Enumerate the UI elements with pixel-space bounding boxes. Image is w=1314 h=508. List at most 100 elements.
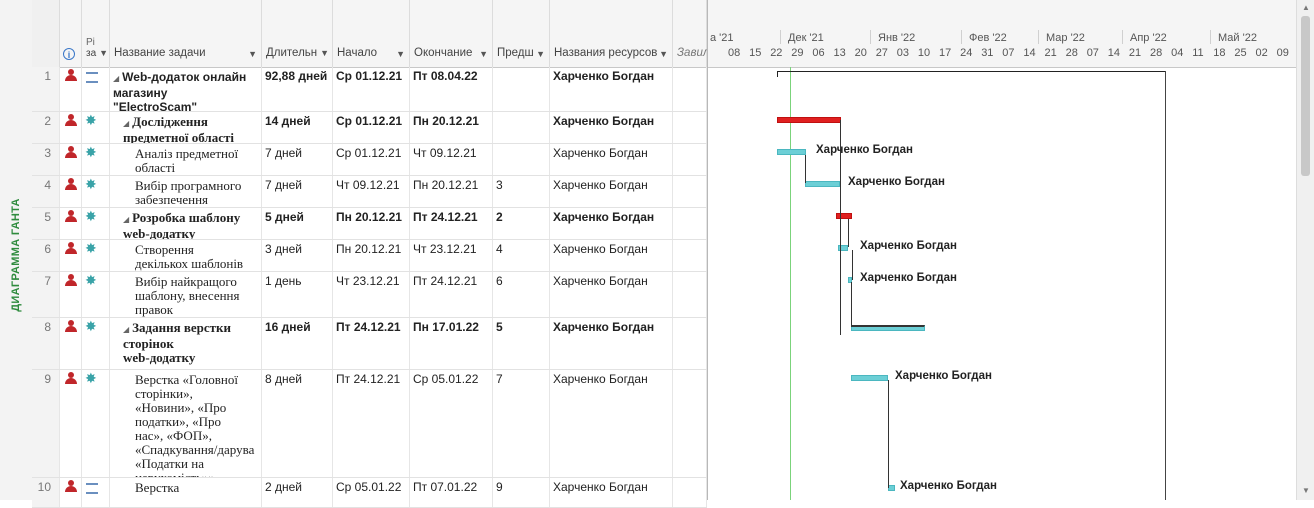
cell-start[interactable]: Ср 01.12.21 (333, 112, 410, 143)
cell-pred[interactable] (493, 112, 550, 143)
cell-name[interactable]: Верстка (110, 478, 262, 507)
cell-ind[interactable] (60, 67, 82, 111)
cell-ind[interactable] (60, 318, 82, 369)
cell-dur[interactable]: 7 дней (262, 144, 333, 175)
cell-start[interactable]: Чт 09.12.21 (333, 176, 410, 207)
cell-add[interactable] (673, 67, 707, 111)
scroll-up-icon[interactable]: ▲ (1302, 3, 1310, 12)
task-bar[interactable] (805, 181, 840, 187)
cell-fin[interactable]: Пт 07.01.22 (410, 478, 493, 507)
collapse-triangle-icon[interactable]: ◢ (123, 215, 129, 224)
table-row[interactable]: 6 ✸ Створення декількох шаблонів 3 дней Пн 20… (32, 240, 707, 272)
task-bar[interactable] (851, 375, 888, 381)
task-bar[interactable] (777, 149, 806, 155)
cell-dur[interactable]: 14 дней (262, 112, 333, 143)
cell-ind[interactable] (60, 478, 82, 507)
cell-mode[interactable]: ✸ (82, 240, 110, 271)
cell-res[interactable]: Харченко Богдан (550, 176, 673, 207)
cell-res[interactable]: Харченко Богдан (550, 272, 673, 317)
cell-mode[interactable]: ✸ (82, 208, 110, 239)
summary-bar-critical[interactable] (836, 213, 852, 219)
task-name-column-header[interactable]: Название задачи ▼ (110, 0, 262, 67)
cell-add[interactable] (673, 176, 707, 207)
cell-name[interactable]: ◢ Дослідження предметної області (110, 112, 262, 143)
table-row[interactable]: 8 ✸ ◢ Задання верстки сторінок web-додатку 16 … (32, 318, 707, 370)
cell-start[interactable]: Пн 20.12.21 (333, 208, 410, 239)
cell-res[interactable]: Харченко Богдан (550, 144, 673, 175)
cell-res[interactable]: Харченко Богдан (550, 318, 673, 369)
collapse-triangle-icon[interactable]: ◢ (113, 74, 119, 83)
chevron-down-icon[interactable]: ▼ (536, 49, 545, 59)
table-row[interactable]: 7 ✸ Вибір найкращого шаблону, внесення право… (32, 272, 707, 318)
cell-fin[interactable]: Ср 05.01.22 (410, 370, 493, 477)
cell-add[interactable] (673, 272, 707, 317)
table-row[interactable]: 9 ✸ Верстка «Головної сторінки», «Новини», «… (32, 370, 707, 478)
cell-pred[interactable]: 5 (493, 318, 550, 369)
vertical-scrollbar[interactable]: ▲ ▼ (1296, 0, 1314, 500)
cell-ind[interactable] (60, 272, 82, 317)
cell-name[interactable]: Вибір найкращого шаблону, внесення правок (110, 272, 262, 317)
cell-add[interactable] (673, 144, 707, 175)
chevron-down-icon[interactable]: ▼ (396, 49, 405, 59)
cell-mode[interactable]: ✸ (82, 176, 110, 207)
chevron-down-icon[interactable]: ▼ (659, 49, 668, 59)
cell-add[interactable] (673, 478, 707, 507)
summary-bar-critical[interactable] (777, 117, 841, 123)
cell-name[interactable]: ◢ Розробка шаблону web-додатку (110, 208, 262, 239)
cell-start[interactable]: Ср 05.01.22 (333, 478, 410, 507)
cell-ind[interactable] (60, 370, 82, 477)
cell-name[interactable]: ◢ Задання верстки сторінок web-додатку (110, 318, 262, 369)
cell-pred[interactable]: 9 (493, 478, 550, 507)
cell-fin[interactable]: Чт 09.12.21 (410, 144, 493, 175)
cell-add[interactable] (673, 240, 707, 271)
cell-start[interactable]: Пт 24.12.21 (333, 370, 410, 477)
cell-start[interactable]: Пт 24.12.21 (333, 318, 410, 369)
cell-dur[interactable]: 8 дней (262, 370, 333, 477)
cell-mode[interactable]: ✸ (82, 318, 110, 369)
cell-pred[interactable]: 4 (493, 240, 550, 271)
summary-bar[interactable] (851, 325, 925, 331)
table-row[interactable]: 3 ✸ Аналіз предметної області 7 дней Ср 01.12… (32, 144, 707, 176)
cell-start[interactable]: Пн 20.12.21 (333, 240, 410, 271)
cell-ind[interactable] (60, 208, 82, 239)
cell-fin[interactable]: Пт 08.04.22 (410, 67, 493, 111)
cell-start[interactable]: Чт 23.12.21 (333, 272, 410, 317)
resources-column-header[interactable]: Названия ресурсов ▼ (550, 0, 673, 67)
cell-mode[interactable]: ✸ (82, 112, 110, 143)
view-bar[interactable]: ДИАГРАММА ГАНТА (0, 0, 33, 500)
cell-pred[interactable] (493, 67, 550, 111)
select-all-corner[interactable] (32, 0, 60, 67)
cell-dur[interactable]: 3 дней (262, 240, 333, 271)
cell-res[interactable]: Харченко Богдан (550, 67, 673, 111)
cell-dur[interactable]: 92,88 дней (262, 67, 333, 111)
cell-add[interactable] (673, 318, 707, 369)
cell-ind[interactable] (60, 112, 82, 143)
cell-fin[interactable]: Пт 24.12.21 (410, 272, 493, 317)
cell-res[interactable]: Харченко Богдан (550, 478, 673, 507)
cell-dur[interactable]: 1 день (262, 272, 333, 317)
table-row[interactable]: 10 Верстка 2 дней Ср 05.01.22 Пт 07.01.22 9 Ха… (32, 478, 707, 508)
cell-dur[interactable]: 7 дней (262, 176, 333, 207)
cell-start[interactable]: Ср 01.12.21 (333, 67, 410, 111)
scroll-down-icon[interactable]: ▼ (1302, 486, 1310, 495)
task-bar[interactable] (888, 485, 895, 491)
cell-mode[interactable]: ✸ (82, 272, 110, 317)
cell-start[interactable]: Ср 01.12.21 (333, 144, 410, 175)
add-column-header[interactable]: Завил (673, 0, 709, 67)
chevron-down-icon[interactable]: ▼ (248, 49, 257, 59)
cell-mode[interactable] (82, 478, 110, 507)
cell-ind[interactable] (60, 176, 82, 207)
cell-mode[interactable] (82, 67, 110, 111)
cell-ind[interactable] (60, 144, 82, 175)
cell-dur[interactable]: 2 дней (262, 478, 333, 507)
scrollbar-thumb[interactable] (1301, 16, 1310, 176)
cell-name[interactable]: Створення декількох шаблонів (110, 240, 262, 271)
table-row[interactable]: 2 ✸ ◢ Дослідження предметної області 14 дней С… (32, 112, 707, 144)
cell-name[interactable]: Верстка «Головної сторінки», «Новини», «Пр… (110, 370, 262, 477)
cell-mode[interactable]: ✸ (82, 144, 110, 175)
table-row[interactable]: 5 ✸ ◢ Розробка шаблону web-додатку 5 дней Пн 2… (32, 208, 707, 240)
cell-dur[interactable]: 5 дней (262, 208, 333, 239)
cell-add[interactable] (673, 370, 707, 477)
cell-name[interactable]: Аналіз предметної області (110, 144, 262, 175)
indicators-column-header[interactable]: i (60, 0, 82, 67)
